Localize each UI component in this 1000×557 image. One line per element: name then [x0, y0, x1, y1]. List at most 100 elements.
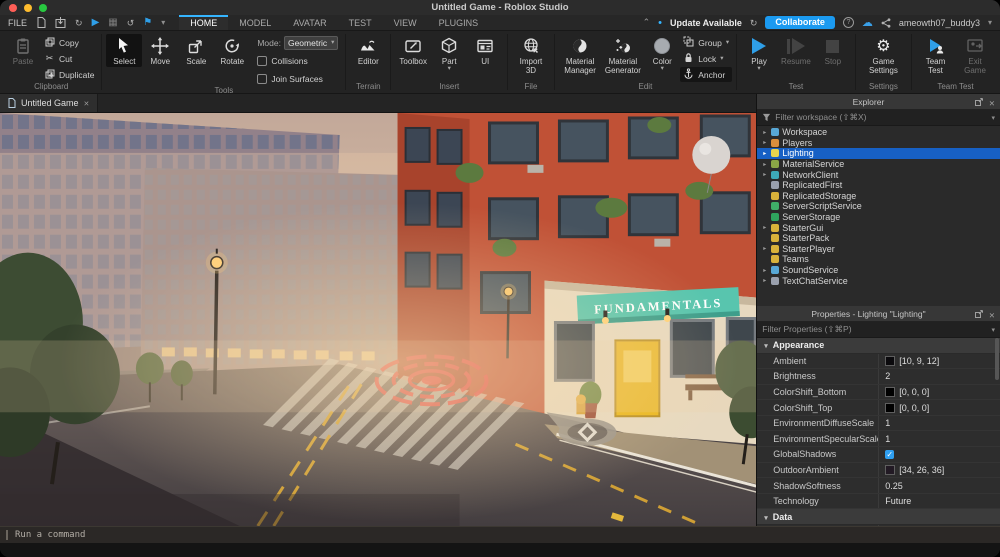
- insert-from-file-icon[interactable]: [55, 17, 66, 28]
- group-caret-icon[interactable]: ▾: [726, 40, 729, 45]
- tree-item-lighting[interactable]: Lighting: [757, 148, 1000, 159]
- property-row-technology[interactable]: Technology Future: [757, 494, 1000, 510]
- update-available[interactable]: Update Available: [670, 18, 742, 28]
- tree-item-replicatedstorage[interactable]: ReplicatedStorage: [757, 191, 1000, 202]
- property-row-ambient[interactable]: Ambient [10, 9, 12]: [757, 354, 1000, 370]
- lock-caret-icon[interactable]: ▾: [720, 56, 723, 61]
- tree-item-networkclient[interactable]: NetworkClient: [757, 169, 1000, 180]
- cloud-icon[interactable]: [862, 18, 873, 28]
- duplicate-button[interactable]: Duplicate: [41, 67, 97, 82]
- tree-item-replicatedfirst[interactable]: ReplicatedFirst: [757, 180, 1000, 191]
- play-button[interactable]: Play ▾: [741, 34, 777, 72]
- float-panel-icon[interactable]: [975, 93, 983, 111]
- tree-item-starterpack[interactable]: StarterPack: [757, 233, 1000, 244]
- close-tab-icon[interactable]: [84, 98, 90, 108]
- material-generator-button[interactable]: Material Generator: [601, 34, 644, 76]
- part-caret-icon[interactable]: ▾: [448, 66, 451, 71]
- properties-filter-input[interactable]: Filter Properties (⇧⌘P) ▾: [757, 322, 1000, 338]
- collisions-checkbox[interactable]: Collisions: [254, 53, 341, 68]
- help-icon[interactable]: ?: [843, 17, 854, 28]
- tab-test[interactable]: TEST: [338, 15, 383, 30]
- float-panel-icon[interactable]: [975, 306, 983, 323]
- close-panel-icon[interactable]: [989, 306, 995, 323]
- file-menu[interactable]: FILE: [8, 18, 27, 28]
- share-icon[interactable]: [881, 18, 891, 28]
- material-manager-button[interactable]: Material Manager: [559, 34, 602, 76]
- tree-item-textchatservice[interactable]: TextChatService: [757, 275, 1000, 286]
- terrain-editor-button[interactable]: Editor: [350, 34, 386, 67]
- document-tab-untitled-game[interactable]: Untitled Game: [0, 94, 98, 112]
- color-caret-icon[interactable]: ▾: [661, 66, 664, 71]
- copy-button[interactable]: Copy: [41, 35, 97, 50]
- close-panel-icon[interactable]: [989, 93, 995, 111]
- tree-item-soundservice[interactable]: SoundService: [757, 265, 1000, 276]
- notifications-icon[interactable]: [143, 17, 152, 28]
- color-swatch[interactable]: [885, 387, 895, 397]
- group-button[interactable]: Group ▾: [680, 35, 732, 50]
- property-row-brightness[interactable]: Brightness 2: [757, 369, 1000, 385]
- toolbox-button[interactable]: Toolbox: [395, 34, 431, 67]
- new-file-icon[interactable]: [37, 17, 46, 28]
- customize-toolbar-icon[interactable]: [161, 17, 165, 28]
- collaborate-button[interactable]: Collaborate: [765, 16, 835, 29]
- tree-item-players[interactable]: Players: [757, 138, 1000, 149]
- stop-button[interactable]: Stop: [815, 34, 851, 67]
- collapse-ribbon-icon[interactable]: [643, 17, 651, 28]
- property-row-globalshadows[interactable]: GlobalShadows: [757, 447, 1000, 463]
- part-button[interactable]: Part ▾: [431, 34, 467, 72]
- team-test-button[interactable]: Team Test: [916, 34, 955, 76]
- tree-item-workspace[interactable]: Workspace: [757, 127, 1000, 138]
- move-tool-button[interactable]: Move: [142, 34, 178, 67]
- lock-button[interactable]: Lock ▾: [680, 51, 732, 66]
- tree-item-materialservice[interactable]: MaterialService: [757, 159, 1000, 170]
- tab-view[interactable]: VIEW: [383, 15, 428, 30]
- property-row-archivable[interactable]: Archivable: [757, 525, 1000, 526]
- viewport-3d-scene[interactable]: FUNDAMENTALS: [0, 113, 756, 526]
- tree-item-teams[interactable]: Teams: [757, 254, 1000, 265]
- mode-dropdown[interactable]: Mode: Geometric▾: [254, 35, 341, 50]
- resume-button[interactable]: Resume: [777, 34, 815, 67]
- properties-header[interactable]: Properties - Lighting "Lighting": [757, 306, 1000, 322]
- color-swatch[interactable]: [885, 403, 895, 413]
- game-settings-button[interactable]: Game Settings: [860, 34, 907, 76]
- anchor-button[interactable]: Anchor: [680, 67, 732, 82]
- paste-button[interactable]: Paste: [5, 34, 41, 67]
- tab-avatar[interactable]: AVATAR: [282, 15, 337, 30]
- join-surfaces-checkbox[interactable]: Join Surfaces: [254, 71, 341, 86]
- property-row-colorshift-bottom[interactable]: ColorShift_Bottom [0, 0, 0]: [757, 385, 1000, 401]
- color-button[interactable]: Color ▾: [644, 34, 680, 72]
- tree-item-startergui[interactable]: StarterGui: [757, 222, 1000, 233]
- close-window-button[interactable]: [9, 4, 17, 12]
- minimize-window-button[interactable]: [24, 4, 32, 12]
- property-row-colorshift-top[interactable]: ColorShift_Top [0, 0, 0]: [757, 400, 1000, 416]
- undo-icon[interactable]: [127, 18, 135, 28]
- ui-button[interactable]: UI: [467, 34, 503, 67]
- command-bar-input[interactable]: Run a command: [0, 526, 1000, 543]
- zoom-window-button[interactable]: [39, 4, 47, 12]
- property-row-outdoorambient[interactable]: OutdoorAmbient [34, 26, 36]: [757, 463, 1000, 479]
- properties-scrollbar[interactable]: [995, 338, 999, 380]
- explorer-filter-input[interactable]: Filter workspace (⇧⌘X) ▾: [757, 110, 1000, 126]
- section-appearance[interactable]: Appearance: [757, 338, 1000, 354]
- property-row-environmentdiffusescale[interactable]: EnvironmentDiffuseScale 1: [757, 416, 1000, 432]
- import-3d-button[interactable]: Import 3D: [512, 34, 550, 76]
- checkbox-checked[interactable]: [885, 450, 894, 459]
- exit-game-button[interactable]: Exit Game: [955, 34, 995, 76]
- tab-model[interactable]: MODEL: [228, 15, 282, 30]
- redo-icon[interactable]: [75, 18, 83, 28]
- tab-plugins[interactable]: PLUGINS: [428, 15, 490, 30]
- tree-item-serverstorage[interactable]: ServerStorage: [757, 212, 1000, 223]
- property-row-environmentspecularscale[interactable]: EnvironmentSpecularScale 1: [757, 431, 1000, 447]
- play-caret-icon[interactable]: ▾: [757, 66, 760, 71]
- user-account[interactable]: ameowth07_buddy3: [899, 18, 980, 28]
- user-menu-caret-icon[interactable]: [988, 17, 992, 28]
- select-tool-button[interactable]: Select: [106, 34, 142, 67]
- section-data[interactable]: Data: [757, 509, 1000, 525]
- color-swatch[interactable]: [885, 356, 895, 366]
- property-row-shadowsoftness[interactable]: ShadowSoftness 0.25: [757, 478, 1000, 494]
- tree-item-starterplayer[interactable]: StarterPlayer: [757, 244, 1000, 255]
- quick-play-icon[interactable]: [92, 17, 100, 28]
- cut-button[interactable]: Cut: [41, 51, 97, 66]
- tree-item-serverscriptservice[interactable]: ServerScriptService: [757, 201, 1000, 212]
- tab-home[interactable]: HOME: [179, 15, 228, 30]
